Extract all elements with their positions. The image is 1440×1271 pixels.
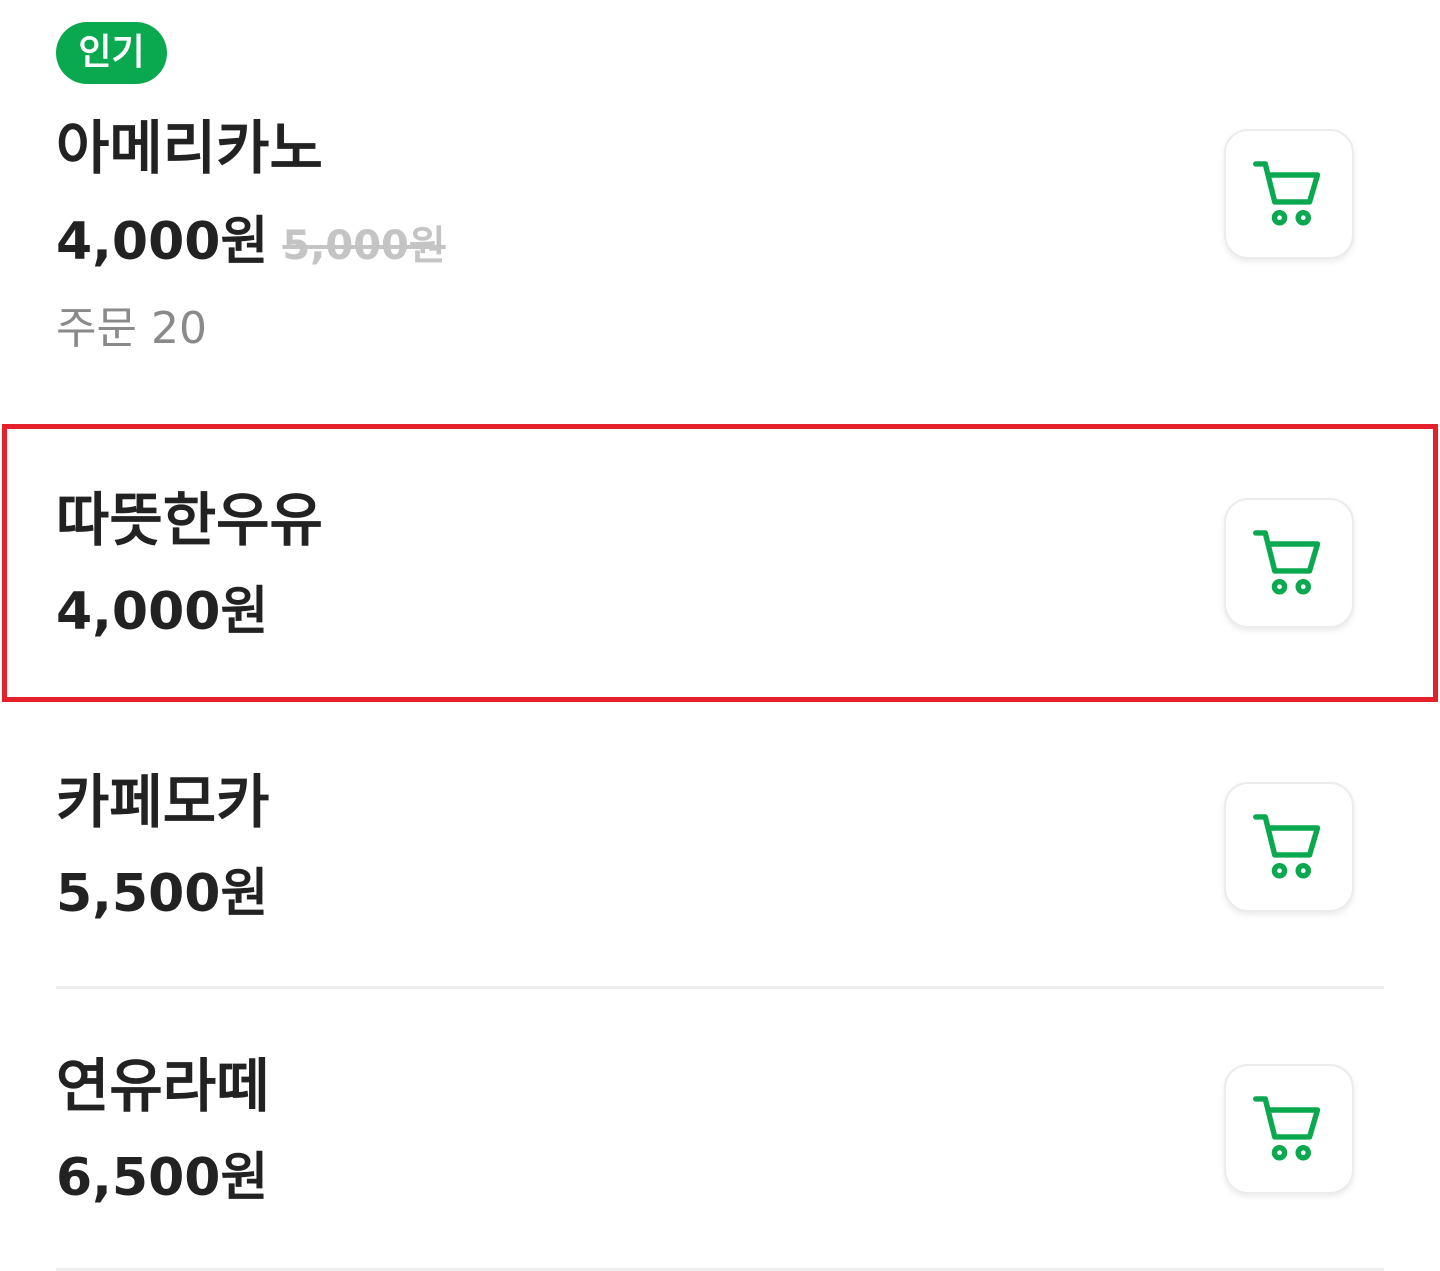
price-row: 4,000원	[56, 582, 268, 654]
cart-icon	[1253, 161, 1321, 226]
price-row: 6,500원	[56, 1148, 268, 1220]
order-count: 주문 20	[56, 303, 207, 354]
menu-item-warm-milk[interactable]: 따뜻한우유 4,000원	[0, 426, 1440, 702]
item-price: 6,500원	[56, 1148, 269, 1208]
item-name: 아메리카노	[56, 114, 323, 182]
add-to-cart-button[interactable]	[1224, 782, 1354, 912]
menu-item-americano[interactable]: 인기 아메리카노 4,000원 5,000원 주문 20	[0, 0, 1440, 420]
cart-icon	[1253, 1096, 1321, 1161]
menu-item-condensed-milk-latte[interactable]: 연유라떼 6,500원	[0, 990, 1440, 1270]
popular-badge: 인기	[56, 22, 167, 84]
menu-item-cafe-mocha[interactable]: 카페모카 5,500원	[0, 708, 1440, 988]
price-row: 5,500원	[56, 864, 268, 936]
cart-icon	[1253, 530, 1321, 595]
item-price: 4,000원	[56, 582, 269, 642]
divider	[56, 986, 1384, 989]
add-to-cart-button[interactable]	[1224, 498, 1354, 628]
item-name: 카페모카	[56, 768, 270, 836]
original-price: 5,000원	[282, 223, 446, 269]
add-to-cart-button[interactable]	[1224, 129, 1354, 259]
cart-icon	[1253, 814, 1321, 879]
add-to-cart-button[interactable]	[1224, 1064, 1354, 1194]
item-price: 5,500원	[56, 864, 269, 924]
price-row: 4,000원 5,000원	[56, 212, 446, 284]
item-name: 따뜻한우유	[56, 486, 323, 554]
item-name: 연유라떼	[56, 1052, 270, 1120]
item-price: 4,000원	[56, 212, 269, 272]
